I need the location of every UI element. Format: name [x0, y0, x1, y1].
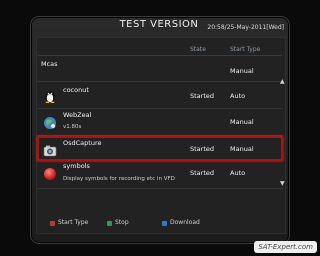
watermark: SAT-Expert.com	[254, 241, 317, 253]
item-state: Started	[190, 145, 215, 153]
record-icon	[43, 166, 57, 180]
item-name: symbols	[63, 162, 90, 170]
penguin-icon	[43, 88, 57, 104]
blue-key-icon	[162, 221, 167, 226]
list-item-coconut[interactable]: coconut Started Auto	[37, 82, 283, 109]
list-item-symbols[interactable]: symbols Display symbols for recording et…	[37, 160, 283, 189]
scroll-down-icon[interactable]: ▼	[280, 180, 285, 187]
column-state: State	[190, 46, 206, 53]
item-start-type: Manual	[230, 118, 254, 126]
globe-icon	[43, 115, 57, 129]
footer-start-type[interactable]: Start Type	[58, 219, 88, 226]
scroll-up-icon[interactable]: ▲	[280, 78, 285, 85]
item-state: Started	[190, 169, 215, 177]
header-divider	[38, 55, 282, 56]
item-start-type: Auto	[230, 169, 246, 177]
item-start-type: Manual	[230, 67, 254, 75]
green-key-icon	[107, 221, 112, 226]
item-description: Display symbols for recording etc in VFD	[63, 176, 175, 182]
item-start-type: Auto	[230, 92, 246, 100]
footer-stop[interactable]: Stop	[115, 219, 129, 226]
list-item-webzeal[interactable]: WebZeal v1.80s Manual	[37, 109, 283, 136]
item-start-type: Manual	[230, 145, 254, 153]
item-name: OsdCapture	[63, 139, 102, 147]
item-state: Started	[190, 92, 215, 100]
list-item-osdcapture[interactable]: OsdCapture Started Manual	[37, 136, 283, 161]
red-key-icon	[50, 221, 55, 226]
clock: 20:58/25-May-2011[Wed]	[207, 24, 284, 31]
item-name: Mcas	[41, 60, 58, 68]
item-name: WebZeal	[63, 111, 92, 119]
list-item-mcas[interactable]: Mcas Manual	[37, 57, 283, 82]
column-start-type: Start Type	[230, 46, 261, 53]
camera-icon	[43, 142, 57, 157]
item-version: v1.80s	[63, 124, 82, 130]
item-name: coconut	[63, 86, 89, 94]
footer-download[interactable]: Download	[170, 219, 200, 226]
